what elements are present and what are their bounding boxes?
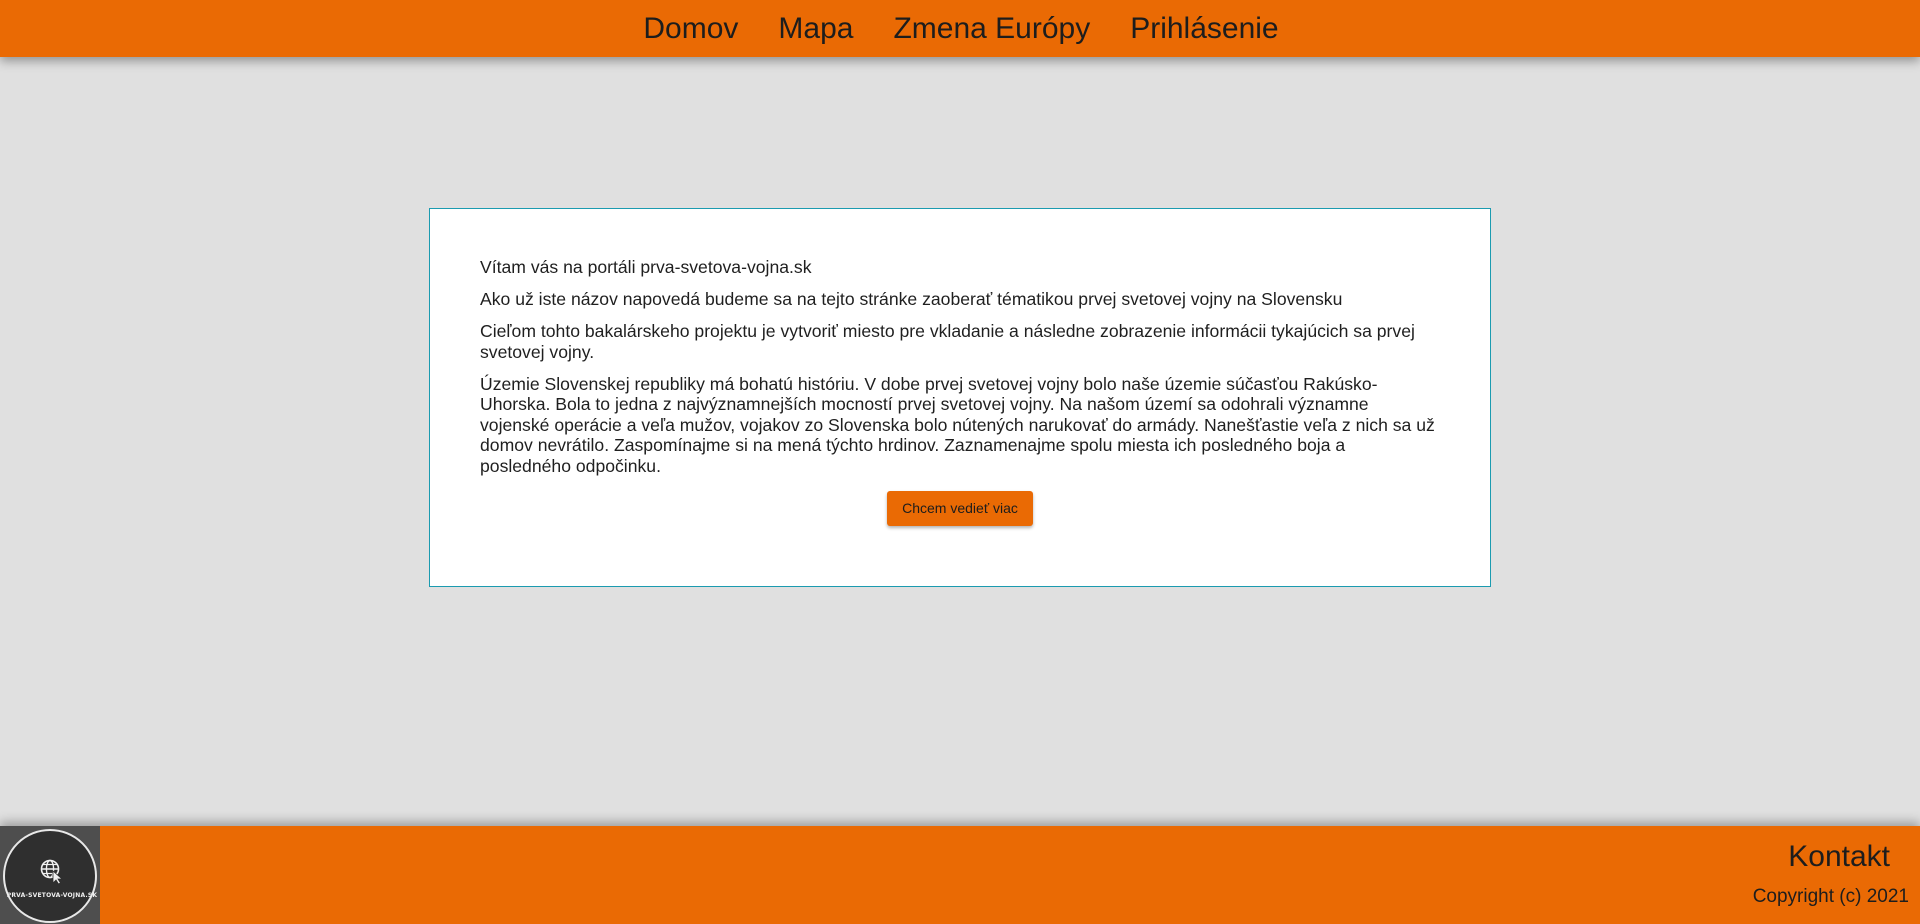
kontakt-link[interactable]: Kontakt (1788, 840, 1890, 874)
welcome-card: Vítam vás na portáli prva-svetova-vojna.… (429, 208, 1491, 587)
nav-item-domov[interactable]: Domov (643, 0, 738, 57)
logo-circle: PRVA-SVETOVA-VOJNA.SK (3, 829, 97, 923)
copyright-text: Copyright (c) 2021 (1752, 886, 1909, 907)
button-container: Chcem vedieť viac (480, 491, 1440, 526)
globe-cursor-icon (40, 859, 64, 884)
site-logo[interactable]: PRVA-SVETOVA-VOJNA.SK (0, 826, 100, 924)
nav-item-mapa[interactable]: Mapa (778, 0, 853, 57)
nav-item-zmena-europy[interactable]: Zmena Európy (893, 0, 1090, 57)
learn-more-button[interactable]: Chcem vedieť viac (887, 491, 1033, 526)
history-paragraph: Územie Slovenskej republiky má bohatú hi… (480, 373, 1435, 476)
top-navigation: Domov Mapa Zmena Európy Prihlásenie (0, 0, 1920, 57)
logo-text: PRVA-SVETOVA-VOJNA.SK (6, 892, 98, 899)
footer: PRVA-SVETOVA-VOJNA.SK Kontakt Copyright … (0, 826, 1920, 924)
welcome-heading: Vítam vás na portáli prva-svetova-vojna.… (480, 257, 812, 277)
intro-paragraph: Ako už iste názov napovedá budeme sa na … (480, 289, 1343, 309)
nav-item-prihlasenie[interactable]: Prihlásenie (1130, 0, 1278, 57)
goal-paragraph: Cieľom tohto bakalárskeho projektu je vy… (480, 321, 1415, 362)
